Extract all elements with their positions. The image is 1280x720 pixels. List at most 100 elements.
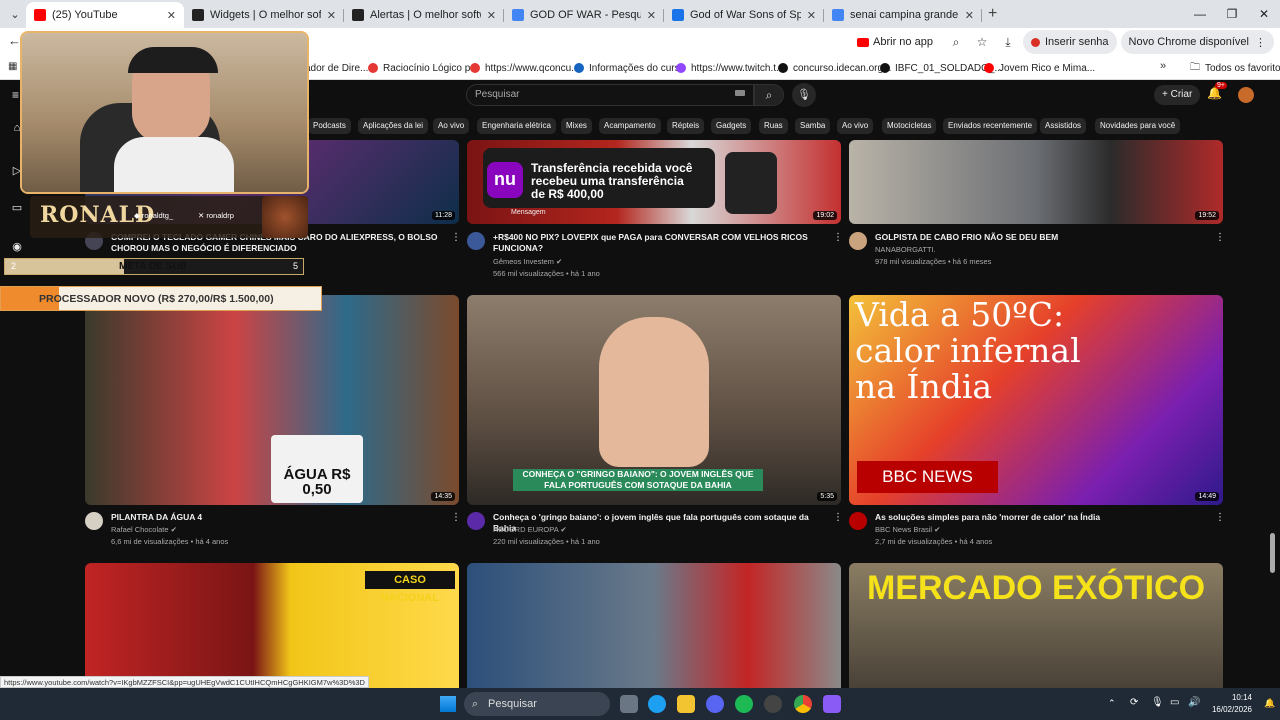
filter-chip[interactable]: Ao vivo bbox=[433, 118, 470, 134]
filter-chip[interactable]: Podcasts bbox=[308, 118, 351, 134]
close-tab-icon[interactable]: ✕ bbox=[647, 9, 656, 22]
video-title[interactable]: PILANTRA DA ÁGUA 4 bbox=[111, 512, 441, 523]
volume-icon[interactable]: 🔊 bbox=[1188, 697, 1200, 708]
more-options-icon[interactable]: ⋮ bbox=[1215, 512, 1225, 523]
file-explorer-icon[interactable] bbox=[677, 695, 695, 713]
system-clock[interactable]: 10:14 16/02/2026 bbox=[1212, 692, 1252, 716]
maximize-button[interactable]: ❐ bbox=[1216, 0, 1248, 28]
channel-name[interactable]: Rafael Chocolate ✔ bbox=[111, 524, 177, 535]
you-icon[interactable]: ◉ bbox=[10, 240, 24, 254]
hamburger-menu-icon[interactable]: ≡ bbox=[12, 88, 19, 102]
more-options-icon[interactable]: ⋮ bbox=[833, 232, 843, 243]
video-title[interactable]: +R$400 NO PIX? LOVEPIX que PAGA para CON… bbox=[493, 232, 823, 254]
video-thumbnail[interactable]: 19:52 bbox=[849, 140, 1223, 224]
bookmark-item[interactable]: concurso.idecan.org... bbox=[778, 60, 891, 76]
keyboard-icon[interactable] bbox=[735, 90, 745, 96]
more-options-icon[interactable]: ⋮ bbox=[451, 512, 461, 523]
notification-center-icon[interactable]: 🔔 bbox=[1264, 698, 1275, 709]
browser-tab[interactable]: Alertas | O melhor software pa ✕ bbox=[344, 2, 504, 28]
insert-password-button[interactable]: Inserir senha bbox=[1022, 30, 1117, 54]
monitor-icon[interactable]: ▭ bbox=[1170, 697, 1179, 708]
filter-chip[interactable]: Acampamento bbox=[599, 118, 661, 134]
close-tab-icon[interactable]: ✕ bbox=[167, 9, 176, 22]
all-favorites[interactable]: 🗀 Todos os favoritos bbox=[1190, 60, 1280, 76]
account-avatar[interactable] bbox=[1238, 87, 1254, 103]
channel-name[interactable]: RECORD EUROPA ✔ bbox=[493, 524, 567, 535]
search-button[interactable]: ⌕ bbox=[754, 84, 784, 106]
channel-avatar[interactable] bbox=[849, 232, 867, 250]
close-tab-icon[interactable]: ✕ bbox=[965, 9, 974, 22]
filter-chip[interactable]: Répteis bbox=[667, 118, 705, 134]
video-thumbnail[interactable]: CASO NACIONAL bbox=[85, 563, 459, 688]
spotify-icon[interactable] bbox=[735, 695, 753, 713]
tray-overflow-icon[interactable]: ⌃ bbox=[1108, 698, 1116, 709]
new-chrome-available-button[interactable]: Novo Chrome disponível ⋮ bbox=[1120, 30, 1274, 54]
filter-chip[interactable]: Engenharia elétrica bbox=[477, 118, 556, 134]
filter-chip[interactable]: Samba bbox=[795, 118, 831, 134]
download-icon[interactable]: ⤓ bbox=[997, 31, 1019, 53]
channel-avatar[interactable] bbox=[467, 512, 485, 530]
browser-tab[interactable]: senai campina grande centro - ✕ bbox=[824, 2, 982, 28]
channel-name[interactable]: Gêmeos Investem ✔ bbox=[493, 256, 562, 267]
open-in-app-button[interactable]: Abrir no app bbox=[849, 30, 941, 54]
filter-chip[interactable]: Aplicações da lei bbox=[358, 118, 429, 134]
tab-search-dropdown[interactable]: ⌄ bbox=[4, 3, 26, 25]
minimize-button[interactable]: — bbox=[1184, 0, 1216, 28]
bookmark-item[interactable]: https://www.qconcu... bbox=[470, 60, 580, 76]
browser-tab[interactable]: (25) YouTube ✕ bbox=[26, 2, 184, 28]
apps-grid-icon[interactable]: ▦ bbox=[8, 61, 17, 72]
discord-icon[interactable] bbox=[706, 695, 724, 713]
taskbar-search[interactable]: ⌕ Pesquisar bbox=[464, 692, 610, 716]
video-thumbnail[interactable] bbox=[467, 563, 841, 688]
sync-icon[interactable]: ⟳ bbox=[1130, 697, 1138, 708]
video-thumbnail[interactable]: Vida a 50ºC: calor infernal na Índia BBC… bbox=[849, 295, 1223, 505]
more-options-icon[interactable]: ⋮ bbox=[451, 232, 461, 243]
bookmark-item[interactable]: Jovem Rico e Mima... bbox=[984, 60, 1095, 76]
more-options-icon[interactable]: ⋮ bbox=[833, 512, 843, 523]
subscriptions-icon[interactable]: ▭ bbox=[10, 201, 24, 215]
channel-avatar[interactable] bbox=[467, 232, 485, 250]
channel-avatar[interactable] bbox=[849, 512, 867, 530]
voice-search-button[interactable]: 🎙 bbox=[792, 83, 816, 107]
video-title[interactable]: As soluções simples para não 'morrer de … bbox=[875, 512, 1205, 523]
filter-chip[interactable]: Ao vivo bbox=[837, 118, 874, 134]
close-window-button[interactable]: ✕ bbox=[1248, 0, 1280, 28]
filter-chip[interactable]: Motocicletas bbox=[882, 118, 937, 134]
channel-name[interactable]: BBC News Brasil ✔ bbox=[875, 524, 940, 535]
bookmark-item[interactable]: https://www.twitch.t... bbox=[676, 60, 784, 76]
close-tab-icon[interactable]: ✕ bbox=[487, 9, 496, 22]
video-thumbnail[interactable]: nu Transferência recebida você recebeu u… bbox=[467, 140, 841, 224]
create-button[interactable]: + Criar bbox=[1154, 85, 1201, 105]
chrome-icon[interactable] bbox=[794, 695, 812, 713]
bookmark-item[interactable]: Informações do curso bbox=[574, 60, 685, 76]
video-title[interactable]: GOLPISTA DE CABO FRIO NÃO SE DEU BEM bbox=[875, 232, 1205, 243]
zoom-search-icon[interactable]: ⌕ bbox=[945, 31, 967, 53]
more-options-icon[interactable]: ⋮ bbox=[1215, 232, 1225, 243]
video-thumbnail[interactable]: MERCADO EXÓTICO bbox=[849, 563, 1223, 688]
close-tab-icon[interactable]: ✕ bbox=[327, 9, 336, 22]
new-tab-button[interactable]: + bbox=[988, 5, 997, 23]
windows-start-icon[interactable] bbox=[440, 696, 456, 712]
filter-chip[interactable]: Gadgets bbox=[711, 118, 752, 134]
streaming-app-icon[interactable] bbox=[823, 695, 841, 713]
edge-icon[interactable] bbox=[648, 695, 666, 713]
notifications-button[interactable]: 🔔 9+ bbox=[1207, 82, 1227, 100]
video-thumbnail[interactable]: CONHEÇA O "GRINGO BAIANO": O JOVEM INGLÊ… bbox=[467, 295, 841, 505]
task-view-icon[interactable] bbox=[620, 695, 638, 713]
bookmark-star-icon[interactable]: ☆ bbox=[971, 31, 993, 53]
filter-chip[interactable]: Mixes bbox=[561, 118, 592, 134]
page-scrollbar[interactable] bbox=[1270, 533, 1275, 573]
channel-name[interactable]: NANABORGATTI. bbox=[875, 244, 936, 255]
more-bookmarks-icon[interactable]: » bbox=[1160, 60, 1166, 72]
browser-tab[interactable]: GOD OF WAR - Pesquisa Goog ✕ bbox=[504, 2, 664, 28]
filter-chip[interactable]: Assistidos bbox=[1040, 118, 1087, 134]
obs-icon[interactable] bbox=[764, 695, 782, 713]
filter-chip[interactable]: Ruas bbox=[759, 118, 788, 134]
video-thumbnail[interactable]: ÁGUA R$ 0,50 14:35 bbox=[85, 295, 459, 505]
channel-avatar[interactable] bbox=[85, 512, 103, 530]
bookmark-item[interactable]: Raciocínio Lógico p... bbox=[368, 60, 479, 76]
filter-chip[interactable]: Enviados recentemente bbox=[943, 118, 1038, 134]
browser-tab[interactable]: God of War Sons of Sparta será ✕ bbox=[664, 2, 824, 28]
close-tab-icon[interactable]: ✕ bbox=[807, 9, 816, 22]
search-input[interactable]: Pesquisar bbox=[466, 84, 754, 106]
